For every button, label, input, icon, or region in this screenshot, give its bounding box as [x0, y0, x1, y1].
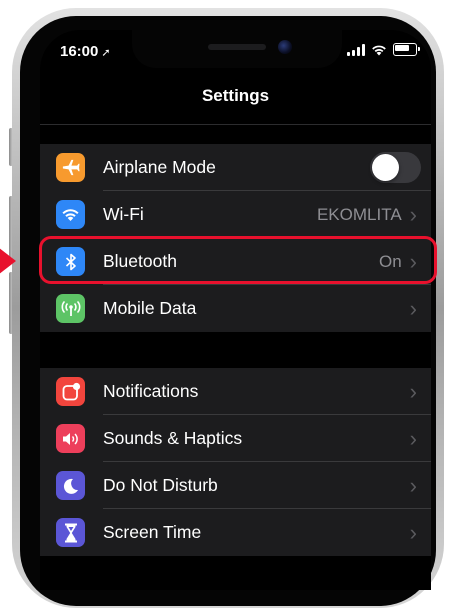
- pointer-arrow: [0, 244, 16, 278]
- hourglass-icon: [56, 518, 85, 547]
- row-wifi[interactable]: Wi-Fi EKOMLITA ›: [40, 191, 431, 238]
- chevron-right-icon: ›: [409, 295, 417, 321]
- chevron-right-icon: ›: [409, 378, 417, 404]
- row-screen-time[interactable]: Screen Time ›: [40, 509, 431, 556]
- airplane-mode-toggle[interactable]: [370, 152, 421, 183]
- page-title: Settings: [201, 86, 270, 105]
- row-sounds-haptics[interactable]: Sounds & Haptics ›: [40, 415, 431, 462]
- row-label: Do Not Disturb: [103, 475, 218, 495]
- cellular-signal-icon: [347, 43, 365, 56]
- chevron-right-icon: ›: [409, 472, 417, 498]
- wifi-status-icon: [372, 45, 386, 55]
- antenna-icon: [56, 294, 85, 323]
- status-bar-time: 16:00 ➚: [60, 43, 111, 60]
- wifi-icon: [56, 200, 85, 229]
- notch: [132, 30, 342, 68]
- phone-screen: 16:00 ➚ Settings Airplane Mode Wi-Fi EKO…: [40, 30, 431, 590]
- row-label: Mobile Data: [103, 298, 197, 318]
- row-notifications[interactable]: Notifications ›: [40, 368, 431, 415]
- battery-icon: [393, 43, 420, 56]
- notifications-icon: [56, 377, 85, 406]
- chevron-right-icon: ›: [409, 201, 417, 227]
- location-arrow-icon: ➚: [101, 47, 111, 59]
- nav-divider: [40, 124, 431, 125]
- row-label: Wi-Fi: [103, 204, 144, 224]
- row-mobile-data[interactable]: Mobile Data ›: [40, 285, 431, 332]
- front-camera: [278, 40, 292, 54]
- row-value: EKOMLITA: [316, 204, 402, 224]
- row-label: Screen Time: [103, 522, 202, 542]
- bluetooth-highlight-box: [39, 236, 437, 284]
- row-label: Airplane Mode: [103, 157, 216, 177]
- row-label: Sounds & Haptics: [103, 428, 243, 448]
- chevron-right-icon: ›: [409, 519, 417, 545]
- status-bar-indicators: [347, 43, 420, 56]
- moon-icon: [56, 471, 85, 500]
- row-label: Notifications: [103, 381, 199, 401]
- speaker-grille: [208, 44, 266, 50]
- settings-group-notifications: Notifications › Sounds & Haptics › Do No…: [40, 368, 431, 556]
- toggle-knob: [372, 154, 399, 181]
- chevron-right-icon: ›: [409, 425, 417, 451]
- row-airplane-mode[interactable]: Airplane Mode: [40, 144, 431, 191]
- airplane-icon: [56, 153, 85, 182]
- speaker-icon: [56, 424, 85, 453]
- row-do-not-disturb[interactable]: Do Not Disturb ›: [40, 462, 431, 509]
